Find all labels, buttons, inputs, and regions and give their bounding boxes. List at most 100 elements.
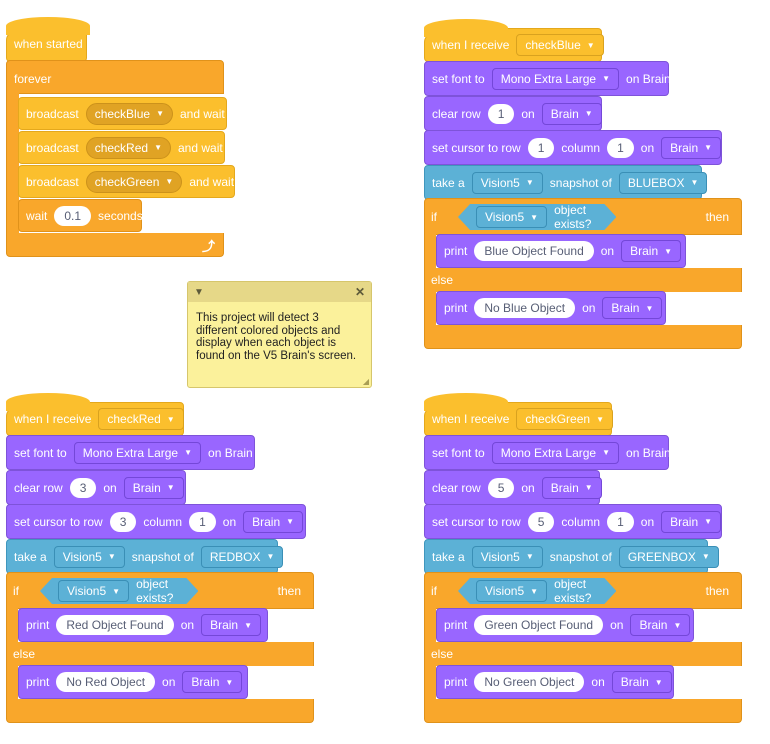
cursor-column-input[interactable]: 1: [607, 137, 634, 158]
font-dropdown[interactable]: Mono Extra Large ▼: [73, 441, 202, 464]
device-dropdown[interactable]: Brain ▼: [611, 671, 672, 693]
device-dropdown[interactable]: Brain ▼: [182, 671, 243, 693]
print-not-found-block[interactable]: print No Blue Object on Brain ▼: [436, 291, 666, 325]
sensor-dropdown-value: Vision5: [67, 584, 107, 598]
wait-seconds-input[interactable]: 0.1: [54, 205, 92, 226]
when-i-receive-label: when I receive: [14, 412, 92, 426]
message-dropdown[interactable]: checkRed ▼: [85, 136, 171, 159]
clear-row-block[interactable]: clear row 5 on Brain ▼: [424, 470, 602, 505]
column-label: column: [561, 140, 601, 155]
cursor-column-input[interactable]: 1: [607, 511, 634, 532]
broadcast-block[interactable]: broadcast checkBlue ▼ and wait: [18, 97, 227, 130]
when-started-block[interactable]: when started: [6, 17, 90, 62]
object-exists-condition[interactable]: Vision5 ▼ object exists?: [458, 204, 616, 230]
set-cursor-block[interactable]: set cursor to row 5 column 1 on Brain ▼: [424, 504, 722, 539]
then-label: then: [705, 584, 729, 598]
sensor-dropdown-value: Vision5: [480, 175, 520, 190]
set-font-block[interactable]: set font to Mono Extra Large ▼ on Brain: [6, 435, 255, 470]
if-label: if: [431, 584, 437, 598]
set-font-block[interactable]: set font to Mono Extra Large ▼ on Brain: [424, 61, 671, 96]
clear-row-input[interactable]: 5: [487, 477, 515, 498]
print-label: print: [444, 301, 468, 315]
clear-row-block[interactable]: clear row 3 on Brain ▼: [6, 470, 186, 505]
cursor-row-input[interactable]: 3: [109, 511, 137, 532]
sensor-dropdown[interactable]: Vision5 ▼: [53, 545, 125, 568]
font-dropdown[interactable]: Mono Extra Large ▼: [491, 67, 620, 90]
when-i-receive-block[interactable]: when I receive checkRed ▼: [6, 393, 184, 436]
device-dropdown[interactable]: Brain ▼: [630, 614, 691, 636]
object-exists-condition[interactable]: Vision5 ▼ object exists?: [40, 578, 198, 604]
clear-row-input[interactable]: 1: [487, 103, 515, 124]
chevron-down-icon: ▼: [112, 586, 121, 596]
print-text-input[interactable]: No Red Object: [56, 672, 156, 692]
print-found-block[interactable]: print Red Object Found on Brain ▼: [18, 608, 268, 642]
print-text-input[interactable]: No Blue Object: [474, 298, 576, 318]
chevron-down-icon: ▼: [664, 246, 673, 256]
message-dropdown[interactable]: checkBlue ▼: [85, 102, 173, 125]
cursor-column-input[interactable]: 1: [189, 511, 216, 532]
print-found-block[interactable]: print Blue Object Found on Brain ▼: [436, 234, 686, 268]
message-dropdown[interactable]: checkGreen ▼: [85, 170, 183, 193]
print-found-block[interactable]: print Green Object Found on Brain ▼: [436, 608, 694, 642]
when-i-receive-block[interactable]: when I receive checkGreen ▼: [424, 393, 613, 436]
broadcast-block[interactable]: broadcast checkGreen ▼ and wait: [18, 165, 235, 198]
signature-dropdown[interactable]: GREENBOX ▼: [618, 545, 719, 568]
if-label: if: [13, 584, 19, 598]
device-dropdown[interactable]: Brain ▼: [123, 476, 184, 499]
device-dropdown[interactable]: Brain ▼: [243, 510, 304, 533]
message-dropdown[interactable]: checkGreen ▼: [516, 408, 613, 430]
when-i-receive-block[interactable]: when I receive checkBlue ▼: [424, 19, 604, 62]
hat-cap: [424, 393, 508, 411]
take-snapshot-block[interactable]: take a Vision5 ▼ snapshot of GREENBOX ▼: [424, 539, 719, 574]
resize-handle-icon[interactable]: ◢: [363, 377, 369, 386]
signature-dropdown[interactable]: REDBOX ▼: [200, 545, 284, 568]
broadcast-block[interactable]: broadcast checkRed ▼ and wait: [18, 131, 225, 164]
wait-block[interactable]: wait 0.1 seconds: [18, 199, 143, 232]
chevron-down-icon[interactable]: ▼: [194, 287, 204, 298]
signature-dropdown[interactable]: BLUEBOX ▼: [618, 171, 708, 194]
set-cursor-block[interactable]: set cursor to row 3 column 1 on Brain ▼: [6, 504, 306, 539]
chevron-down-icon: ▼: [266, 552, 275, 561]
device-dropdown[interactable]: Brain ▼: [621, 240, 682, 262]
object-exists-condition[interactable]: Vision5 ▼ object exists?: [458, 578, 616, 604]
device-dropdown[interactable]: Brain ▼: [541, 102, 602, 125]
comment-note[interactable]: ▼ ✕ This project will detect 3 different…: [187, 281, 372, 388]
print-not-found-block[interactable]: print No Red Object on Brain ▼: [18, 665, 248, 699]
sensor-dropdown[interactable]: Vision5 ▼: [58, 580, 129, 602]
device-dropdown[interactable]: Brain ▼: [201, 614, 262, 636]
chevron-down-icon: ▼: [184, 448, 193, 457]
else-label: else: [13, 647, 36, 661]
sensor-dropdown[interactable]: Vision5 ▼: [471, 545, 543, 568]
print-text-input[interactable]: Blue Object Found: [474, 241, 594, 261]
font-dropdown[interactable]: Mono Extra Large ▼: [491, 441, 620, 464]
device-dropdown[interactable]: Brain ▼: [541, 476, 602, 499]
message-dropdown[interactable]: checkBlue ▼: [516, 34, 604, 56]
print-text-input[interactable]: Red Object Found: [56, 615, 174, 635]
chevron-down-icon: ▼: [584, 483, 593, 492]
forever-bottom: ⤴: [6, 233, 224, 257]
forever-block[interactable]: forever: [6, 60, 224, 94]
object-exists-label: object exists?: [554, 203, 592, 231]
print-not-found-block[interactable]: print No Green Object on Brain ▼: [436, 665, 674, 699]
print-text-input[interactable]: No Green Object: [474, 672, 585, 692]
sensor-dropdown[interactable]: Vision5 ▼: [476, 206, 547, 228]
print-text-input[interactable]: Green Object Found: [474, 615, 604, 635]
hat-cap: [424, 19, 508, 37]
take-snapshot-block[interactable]: take a Vision5 ▼ snapshot of REDBOX ▼: [6, 539, 284, 574]
cursor-row-input[interactable]: 1: [527, 137, 555, 158]
device-dropdown[interactable]: Brain ▼: [661, 510, 722, 533]
close-icon[interactable]: ✕: [355, 285, 365, 299]
comment-text[interactable]: This project will detect 3 different col…: [188, 302, 371, 372]
message-dropdown[interactable]: checkRed ▼: [98, 408, 184, 430]
clear-row-input[interactable]: 3: [69, 477, 97, 498]
device-dropdown[interactable]: Brain ▼: [602, 297, 663, 319]
take-snapshot-block[interactable]: take a Vision5 ▼ snapshot of BLUEBOX ▼: [424, 165, 708, 200]
device-dropdown[interactable]: Brain ▼: [661, 136, 722, 159]
device-dropdown-value: Brain: [670, 140, 699, 155]
set-font-block[interactable]: set font to Mono Extra Large ▼ on Brain: [424, 435, 671, 470]
sensor-dropdown[interactable]: Vision5 ▼: [471, 171, 543, 194]
cursor-row-input[interactable]: 5: [527, 511, 555, 532]
set-cursor-block[interactable]: set cursor to row 1 column 1 on Brain ▼: [424, 130, 722, 165]
sensor-dropdown[interactable]: Vision5 ▼: [476, 580, 547, 602]
clear-row-block[interactable]: clear row 1 on Brain ▼: [424, 96, 602, 131]
